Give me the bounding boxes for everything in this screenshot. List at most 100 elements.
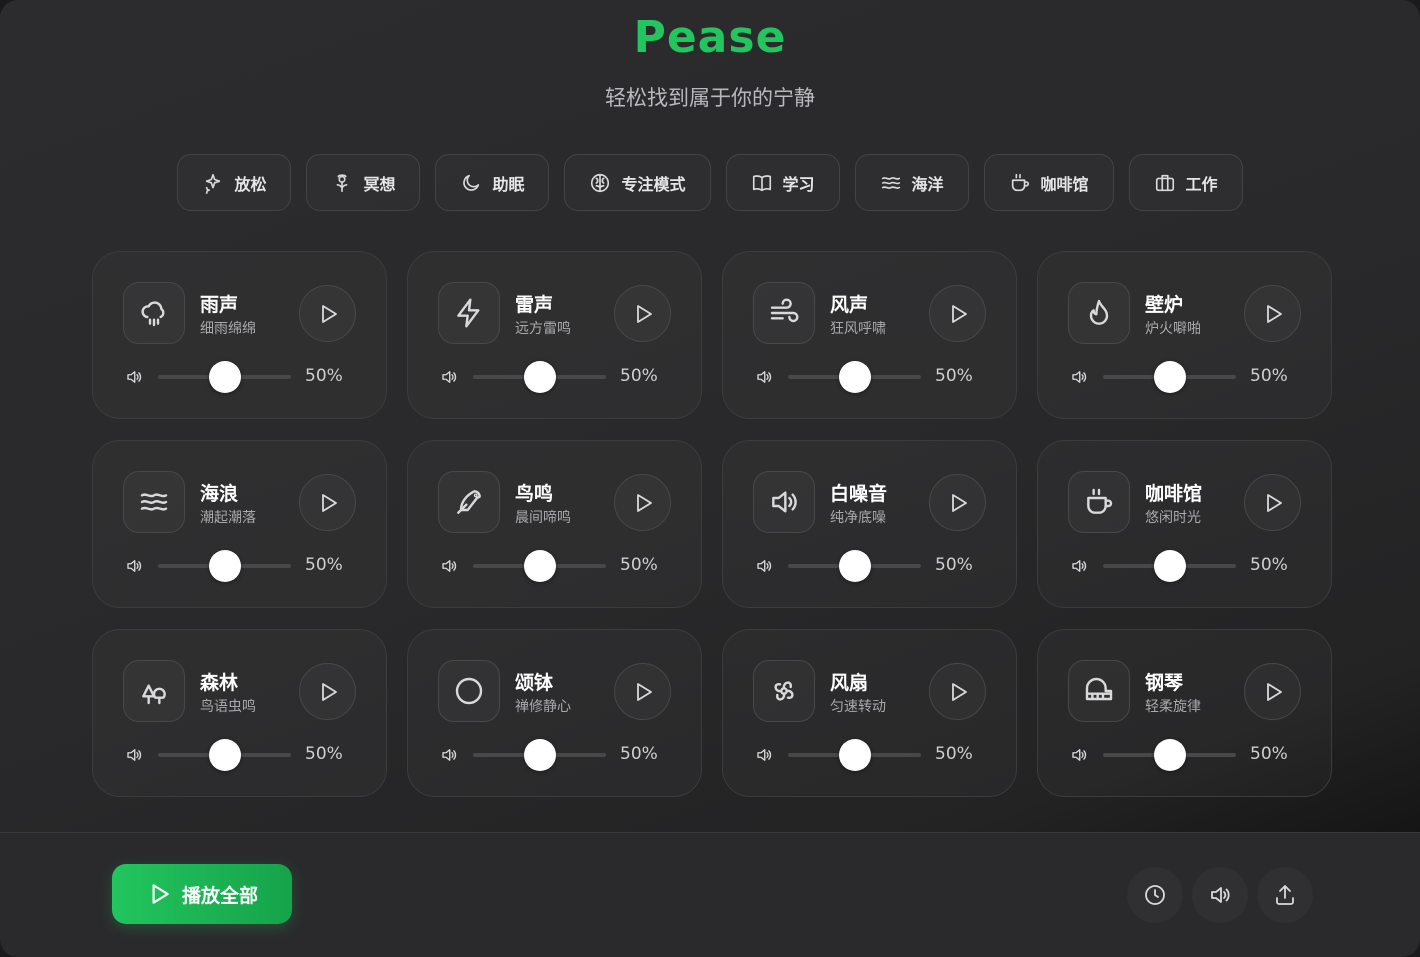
- play-icon: [1266, 493, 1282, 512]
- clock-button[interactable]: [1127, 867, 1183, 923]
- volume-slider[interactable]: [158, 550, 291, 582]
- category-button[interactable]: 海洋: [854, 154, 969, 211]
- sound-name: 钢琴: [1145, 672, 1184, 694]
- sound-name: 海浪: [200, 483, 239, 505]
- volume-icon: [757, 749, 772, 761]
- volume-slider[interactable]: [788, 361, 921, 393]
- category-label: 咖啡馆: [1040, 174, 1089, 194]
- sound-play-button[interactable]: [929, 285, 986, 342]
- volume-slider-thumb[interactable]: [523, 739, 556, 771]
- category-label: 海洋: [911, 174, 944, 194]
- play-icon: [951, 682, 967, 701]
- volume-slider-thumb[interactable]: [523, 550, 556, 582]
- volume-slider[interactable]: [473, 739, 606, 771]
- sound-card: 颂钵 禅修静心 50%: [407, 629, 702, 797]
- volume-percent: 50%: [935, 366, 973, 386]
- volume-icon-wrap: [123, 746, 145, 764]
- sound-play-button[interactable]: [929, 663, 986, 720]
- trees-icon: [142, 684, 166, 705]
- sound-desc: 晨间啼鸣: [515, 510, 571, 526]
- sound-icon-box: [123, 660, 185, 722]
- play-icon: [951, 493, 967, 512]
- volume-percent: 50%: [620, 366, 658, 386]
- category-button[interactable]: 咖啡馆: [983, 154, 1114, 211]
- volume-icon: [757, 371, 772, 383]
- sound-play-button[interactable]: [1244, 663, 1301, 720]
- volume-icon: [1211, 887, 1230, 903]
- sound-card: 风声 狂风呼啸 50%: [722, 251, 1017, 419]
- sound-desc: 禅修静心: [515, 699, 571, 715]
- volume-slider[interactable]: [1103, 361, 1236, 393]
- category-button[interactable]: 助眠: [435, 154, 550, 211]
- volume-slider-thumb[interactable]: [1153, 550, 1186, 582]
- volume-slider-thumb[interactable]: [1153, 361, 1186, 393]
- play-all-label: 播放全部: [181, 884, 258, 907]
- sound-play-button[interactable]: [1244, 474, 1301, 531]
- volume-icon: [442, 560, 457, 572]
- volume-slider[interactable]: [1103, 739, 1236, 771]
- app-subtitle: 轻松找到属于你的宁静: [605, 86, 815, 110]
- volume-slider-thumb[interactable]: [208, 361, 241, 393]
- book-icon: [752, 174, 771, 191]
- volume-slider[interactable]: [473, 361, 606, 393]
- volume-icon: [127, 749, 142, 761]
- wind-icon: [770, 298, 799, 323]
- volume-icon-wrap: [123, 368, 145, 386]
- category-button[interactable]: 工作: [1128, 154, 1243, 211]
- sound-card: 雨声 细雨绵绵 50%: [92, 251, 387, 419]
- volume-slider[interactable]: [1103, 550, 1236, 582]
- volume-slider-thumb[interactable]: [208, 739, 241, 771]
- volume-slider-thumb[interactable]: [208, 550, 241, 582]
- sound-play-button[interactable]: [929, 474, 986, 531]
- sound-desc: 轻柔旋律: [1145, 699, 1201, 715]
- category-button[interactable]: 学习: [725, 154, 840, 211]
- category-label: 冥想: [363, 174, 396, 194]
- volume-icon: [1072, 560, 1087, 572]
- volume-slider[interactable]: [788, 739, 921, 771]
- volume-percent: 50%: [935, 744, 973, 764]
- flower-icon: [337, 173, 348, 192]
- volume-slider[interactable]: [788, 550, 921, 582]
- speaker-icon: [772, 491, 797, 513]
- category-label: 学习: [782, 174, 815, 194]
- volume-slider-thumb[interactable]: [838, 550, 871, 582]
- play-all-button[interactable]: 播放全部: [112, 864, 292, 924]
- volume-slider[interactable]: [158, 739, 291, 771]
- sound-play-button[interactable]: [299, 285, 356, 342]
- category-button[interactable]: 冥想: [306, 154, 421, 211]
- category-label: 放松: [234, 174, 267, 194]
- sound-card: 海浪 潮起潮落 50%: [92, 440, 387, 608]
- sound-play-button[interactable]: [299, 474, 356, 531]
- volume-icon-wrap: [1068, 557, 1090, 575]
- volume-slider-thumb[interactable]: [838, 739, 871, 771]
- category-label: 专注模式: [621, 174, 686, 194]
- volume-slider[interactable]: [473, 550, 606, 582]
- category-button[interactable]: 专注模式: [564, 154, 711, 211]
- sound-play-button[interactable]: [299, 663, 356, 720]
- sound-play-button[interactable]: [614, 285, 671, 342]
- lightning-icon: [457, 298, 480, 328]
- piano-icon: [1085, 677, 1113, 701]
- volume-button[interactable]: [1192, 867, 1248, 923]
- cloud-rain-icon: [141, 301, 165, 327]
- volume-percent: 50%: [620, 555, 658, 575]
- sound-play-button[interactable]: [614, 474, 671, 531]
- share-button[interactable]: [1257, 867, 1313, 923]
- sound-play-button[interactable]: [614, 663, 671, 720]
- volume-slider-thumb[interactable]: [838, 361, 871, 393]
- volume-slider[interactable]: [158, 361, 291, 393]
- play-icon: [1266, 682, 1282, 701]
- category-button[interactable]: 放松: [177, 154, 292, 211]
- volume-slider-thumb[interactable]: [1153, 739, 1186, 771]
- bird-icon: [457, 490, 481, 514]
- sound-name: 白噪音: [830, 483, 888, 505]
- sound-card: 森林 鸟语虫鸣 50%: [92, 629, 387, 797]
- volume-icon-wrap: [438, 746, 460, 764]
- volume-slider-thumb[interactable]: [523, 361, 556, 393]
- sound-desc: 鸟语虫鸣: [200, 699, 256, 715]
- sound-play-button[interactable]: [1244, 285, 1301, 342]
- sound-icon-box: [438, 471, 500, 533]
- volume-icon: [1072, 749, 1087, 761]
- sound-desc: 远方雷鸣: [515, 321, 571, 337]
- sound-card: 雷声 远方雷鸣 50%: [407, 251, 702, 419]
